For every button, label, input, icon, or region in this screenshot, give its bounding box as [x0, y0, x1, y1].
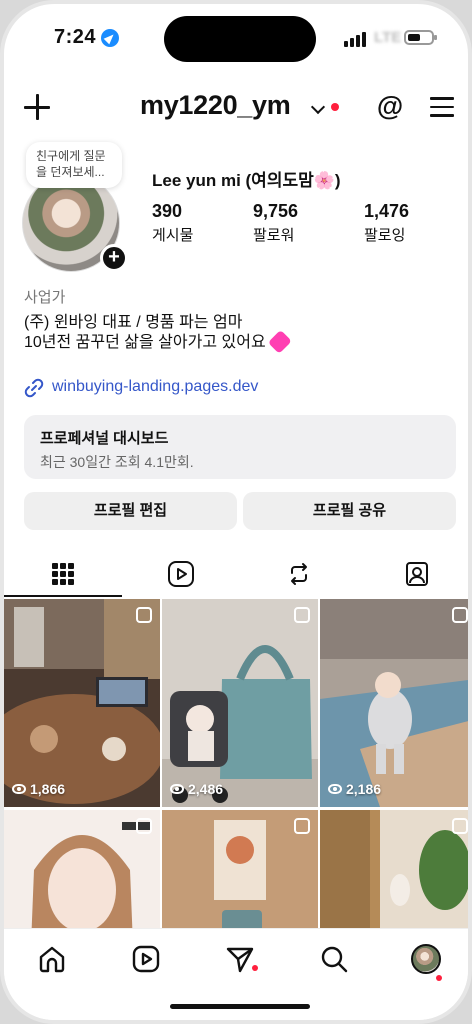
view-count: 2,186 — [328, 781, 381, 797]
grid-post-3[interactable]: 2,186 — [320, 599, 468, 807]
reel-badge-icon — [136, 818, 152, 834]
signal-icon — [344, 32, 366, 47]
profile-tabs — [4, 552, 468, 597]
add-story-icon[interactable]: + — [100, 244, 128, 272]
edit-profile-button[interactable]: 프로필 편집 — [24, 492, 237, 530]
threads-icon[interactable]: @ — [376, 92, 404, 120]
phone-screen: 7:24 LTE my1220_ym @ + 친구에게 질문 을 던져보세...… — [0, 0, 472, 1024]
reposts-icon — [291, 563, 307, 585]
stat-following[interactable]: 1,476 팔로잉 — [364, 201, 409, 245]
grid-post-1[interactable]: 1,866 — [4, 599, 160, 807]
posts-grid-icon — [52, 563, 74, 585]
menu-icon[interactable] — [430, 97, 454, 117]
home-indicator — [170, 1004, 310, 1009]
profile-stats: 390 게시물 9,756 팔로워 1,476 팔로잉 — [152, 201, 452, 245]
notification-dot — [331, 103, 339, 111]
profile-avatar-icon — [411, 944, 441, 974]
view-count: 2,486 — [170, 781, 223, 797]
send-icon — [226, 947, 254, 973]
post-thumbnail — [4, 599, 160, 807]
create-plus-icon[interactable] — [24, 94, 50, 120]
profile-category: 사업가 — [24, 289, 66, 306]
nav-home[interactable] — [36, 943, 68, 975]
nav-profile[interactable] — [410, 943, 442, 981]
profile-header: my1220_ym @ — [4, 86, 468, 126]
grid-post-2[interactable]: 2,486 — [162, 599, 318, 807]
post-thumbnail — [162, 599, 318, 807]
followers-label: 팔로워 — [253, 227, 295, 244]
reel-badge-icon — [452, 607, 468, 623]
chevron-down-icon[interactable] — [310, 99, 326, 115]
bottom-navigation — [4, 928, 468, 1020]
nav-direct[interactable] — [224, 943, 258, 975]
grid-post-4[interactable] — [4, 810, 160, 929]
grid-post-6[interactable] — [320, 810, 468, 929]
tab-reposts[interactable] — [240, 552, 358, 596]
posts-label: 게시물 — [152, 227, 194, 244]
profile-note[interactable]: 친구에게 질문 을 던져보세... — [26, 142, 122, 188]
location-icon — [101, 29, 119, 47]
profile-avatar-wrap[interactable]: + — [22, 174, 128, 272]
eye-icon — [170, 784, 184, 794]
post-thumbnail — [320, 599, 468, 807]
eye-icon — [12, 784, 26, 794]
dashboard-subtitle: 최근 30일간 조회 4.1만회. — [40, 454, 194, 470]
network-label: LTE — [374, 29, 402, 46]
link-text[interactable]: winbuying-landing.pages.dev — [52, 378, 258, 396]
status-time: 7:24 — [54, 26, 97, 48]
reel-badge-icon — [294, 818, 310, 834]
profile-username[interactable]: my1220_ym — [140, 90, 291, 121]
view-count: 1,866 — [12, 781, 65, 797]
heart-icon — [267, 329, 292, 354]
notification-dot — [436, 975, 442, 981]
bio-line-2-wrap: 10년전 꿈꾸던 삶을 살아가고 있어요 — [24, 328, 292, 354]
reel-badge-icon — [136, 607, 152, 623]
reel-badge-icon — [294, 607, 310, 623]
followers-count: 9,756 — [253, 201, 299, 221]
reels-icon — [168, 561, 194, 587]
link-icon — [24, 378, 44, 398]
tab-tagged[interactable] — [358, 552, 468, 596]
tagged-icon — [406, 562, 428, 586]
notification-dot — [252, 965, 258, 971]
stat-posts[interactable]: 390 게시물 — [152, 201, 193, 245]
eye-icon — [328, 784, 342, 794]
posts-grid: 1,866 2,486 2,186 — [4, 599, 468, 929]
posts-count: 390 — [152, 201, 183, 221]
tab-posts[interactable] — [4, 552, 122, 597]
nav-search[interactable] — [318, 943, 350, 975]
battery-icon — [404, 30, 437, 45]
tab-reels[interactable] — [122, 552, 240, 596]
bio-line-2: 10년전 꿈꾸던 삶을 살아가고 있어요 — [24, 334, 266, 351]
reel-badge-icon — [452, 818, 468, 834]
following-count: 1,476 — [364, 201, 410, 221]
status-bar: 7:24 LTE — [4, 24, 468, 56]
profile-full-name: Lee yun mi (여의도맘🌸) — [152, 171, 341, 190]
reels-icon — [132, 945, 160, 973]
home-icon — [39, 946, 65, 973]
dashboard-title: 프로페셔널 대시보드 — [40, 430, 169, 447]
following-label: 팔로잉 — [364, 227, 406, 244]
stat-followers[interactable]: 9,756 팔로워 — [253, 201, 298, 245]
professional-dashboard[interactable]: 프로페셔널 대시보드 최근 30일간 조회 4.1만회. — [24, 415, 456, 479]
share-profile-button[interactable]: 프로필 공유 — [243, 492, 456, 530]
nav-reels[interactable] — [130, 943, 162, 975]
grid-post-5[interactable] — [162, 810, 318, 929]
post-thumbnail — [320, 810, 468, 929]
active-tab-indicator — [4, 595, 122, 597]
search-icon — [321, 946, 348, 973]
